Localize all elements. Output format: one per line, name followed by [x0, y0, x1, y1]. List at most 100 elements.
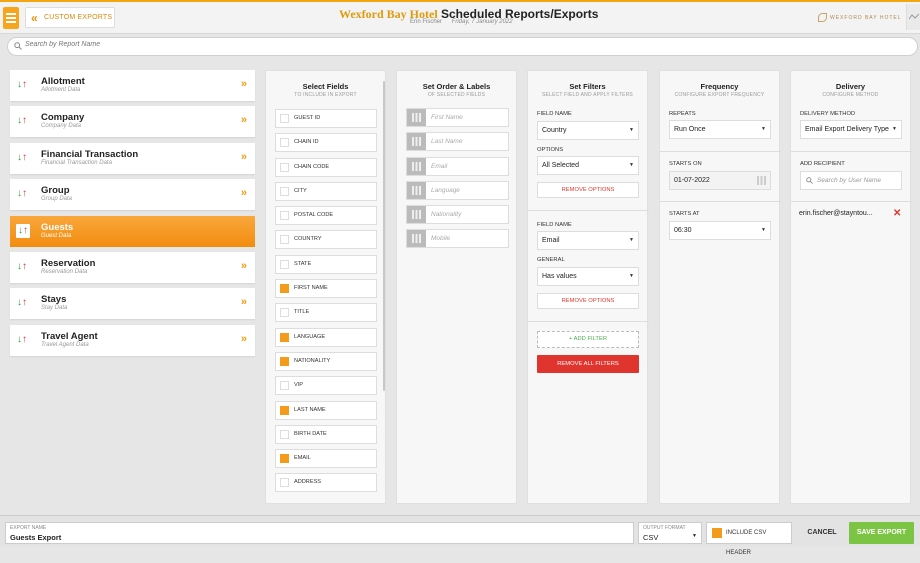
- panel-subtitle: TO INCLUDE IN EXPORT: [294, 92, 357, 98]
- filter-1-field-select[interactable]: Country ▼: [537, 121, 639, 140]
- report-item-group[interactable]: ↓↑ Group Group Data »: [10, 179, 255, 211]
- scrollbar[interactable]: [383, 81, 385, 391]
- checkbox[interactable]: [280, 308, 289, 318]
- delivery-method-select[interactable]: Email Export Delivery Type ▼: [800, 120, 902, 139]
- order-item[interactable]: Mobile: [406, 229, 509, 249]
- report-item-reservation[interactable]: ↓↑ Reservation Reservation Data »: [10, 251, 255, 283]
- search-input[interactable]: [25, 41, 425, 48]
- field-option[interactable]: CHAIN ID: [275, 133, 377, 153]
- order-item[interactable]: First Name: [406, 108, 509, 127]
- report-desc: Company Data: [41, 123, 82, 130]
- report-item-allotment[interactable]: ↓↑ Allotment Allotment Data »: [10, 70, 255, 101]
- drag-handle-icon[interactable]: [407, 157, 426, 175]
- checkbox[interactable]: [280, 429, 289, 439]
- report-item-company[interactable]: ↓↑ Company Company Data »: [10, 106, 255, 138]
- double-chevron-right-icon: »: [240, 187, 247, 200]
- panel-subtitle: OF SELECTED FIELDS: [427, 92, 486, 98]
- field-option[interactable]: STATE: [275, 254, 377, 274]
- order-item[interactable]: Nationality: [406, 205, 509, 225]
- checkbox[interactable]: [280, 114, 289, 123]
- checkbox[interactable]: [280, 478, 289, 488]
- field-option[interactable]: LAST NAME: [275, 400, 377, 420]
- up-down-arrows-icon: ↓↑: [17, 151, 27, 163]
- drag-handle-icon[interactable]: [407, 230, 426, 248]
- add-filter-button[interactable]: + ADD FILTER: [537, 331, 639, 348]
- field-option[interactable]: VIP: [275, 376, 377, 396]
- include-csv-header-toggle[interactable]: INCLUDE CSV HEADER: [706, 522, 792, 556]
- delivery-panel: Delivery CONFIGURE METHOD DELIVERY METHO…: [790, 70, 912, 504]
- field-option[interactable]: NATIONALITY: [275, 351, 377, 371]
- checkbox[interactable]: [712, 528, 722, 538]
- field-option[interactable]: FIRST NAME: [275, 279, 377, 299]
- recipient-search-input[interactable]: Search by User Name: [800, 171, 902, 190]
- user-info: Erin Fischer Friday, 7 January 2022: [410, 19, 513, 25]
- calendar-icon[interactable]: [757, 176, 766, 185]
- report-item-guests[interactable]: ↓↑ Guests Guest Data: [10, 215, 255, 247]
- field-label: TITLE: [294, 309, 310, 316]
- remove-options-button[interactable]: REMOVE OPTIONS: [537, 293, 639, 309]
- field-option[interactable]: CITY: [275, 181, 377, 201]
- repeats-select[interactable]: Run Once ▼: [669, 120, 771, 139]
- field-label: EMAIL: [294, 455, 311, 462]
- order-item[interactable]: Email: [406, 156, 509, 176]
- checkbox[interactable]: [280, 186, 289, 196]
- report-name: Group: [41, 185, 70, 197]
- dropdown-arrow-icon: ▼: [890, 121, 897, 138]
- checkbox[interactable]: [280, 235, 289, 245]
- dropdown-arrow-icon: ▼: [629, 237, 634, 243]
- export-name-field[interactable]: EXPORT NAME Guests Export: [5, 522, 634, 544]
- activity-icon[interactable]: [906, 4, 920, 30]
- checkbox[interactable]: [280, 138, 289, 148]
- checkbox[interactable]: [280, 162, 289, 172]
- order-item[interactable]: Last Name: [406, 132, 509, 152]
- field-option[interactable]: POSTAL CODE: [275, 206, 377, 226]
- report-item-travel-agent[interactable]: ↓↑ Travel Agent Travel Agent Data »: [10, 324, 255, 356]
- up-down-arrows-icon: ↓↑: [17, 79, 27, 90]
- menu-icon[interactable]: [3, 7, 19, 29]
- checkbox[interactable]: [280, 381, 289, 391]
- checkbox[interactable]: [280, 454, 289, 464]
- checkbox[interactable]: [280, 332, 289, 342]
- checkbox[interactable]: [280, 405, 289, 415]
- drag-handle-icon[interactable]: [407, 206, 426, 224]
- cancel-button[interactable]: CANCEL: [800, 522, 844, 544]
- remove-all-filters-button[interactable]: REMOVE ALL FILTERS: [537, 355, 639, 373]
- checkbox[interactable]: [280, 259, 289, 269]
- save-export-button[interactable]: SAVE EXPORT: [849, 522, 914, 544]
- field-option[interactable]: LANGUAGE: [275, 327, 377, 347]
- drag-handle-icon[interactable]: [407, 109, 426, 126]
- report-item-stays[interactable]: ↓↑ Stays Stay Data »: [10, 288, 255, 320]
- field-label: FIRST NAME: [294, 285, 328, 292]
- filter-2-general-select[interactable]: Has values ▼: [537, 267, 639, 286]
- field-option[interactable]: BIRTH DATE: [275, 424, 377, 444]
- report-search[interactable]: [7, 37, 918, 56]
- output-format-select[interactable]: OUTPUT FORMAT CSV ▼: [638, 522, 702, 544]
- custom-exports-button[interactable]: « CUSTOM EXPORTS: [25, 7, 115, 28]
- remove-options-button[interactable]: REMOVE OPTIONS: [537, 182, 639, 198]
- report-name: Financial Transaction: [41, 148, 139, 160]
- field-option[interactable]: ADDRESS: [275, 473, 377, 493]
- field-option[interactable]: GUEST ID: [275, 109, 377, 128]
- bottom-bar: EXPORT NAME Guests Export OUTPUT FORMAT …: [0, 515, 920, 556]
- filter-2-field-select[interactable]: Email ▼: [537, 231, 639, 250]
- panel-title: Frequency: [700, 82, 739, 91]
- starts-at-label: STARTS AT: [669, 211, 700, 217]
- checkbox[interactable]: [280, 356, 289, 366]
- report-desc: Group Data: [41, 196, 73, 203]
- field-option[interactable]: EMAIL: [275, 449, 377, 469]
- drag-handle-icon[interactable]: [407, 133, 426, 151]
- divider: [528, 210, 649, 211]
- starts-at-select[interactable]: 06:30 ▼: [669, 221, 771, 240]
- field-option[interactable]: COUNTRY: [275, 230, 377, 250]
- field-option[interactable]: TITLE: [275, 303, 377, 323]
- drag-handle-icon[interactable]: [407, 181, 426, 199]
- report-item-financial-transaction[interactable]: ↓↑ Financial Transaction Financial Trans…: [10, 142, 255, 174]
- checkbox[interactable]: [280, 211, 289, 221]
- order-item[interactable]: Language: [406, 180, 509, 200]
- starts-on-date-field[interactable]: 01-07-2022: [669, 171, 771, 190]
- filter-1-options-select[interactable]: All Selected ▼: [537, 156, 639, 175]
- checkbox[interactable]: [280, 284, 289, 294]
- remove-recipient-icon[interactable]: ✕: [893, 208, 901, 219]
- field-option[interactable]: CHAIN CODE: [275, 157, 377, 177]
- output-format-value: CSV: [643, 533, 659, 542]
